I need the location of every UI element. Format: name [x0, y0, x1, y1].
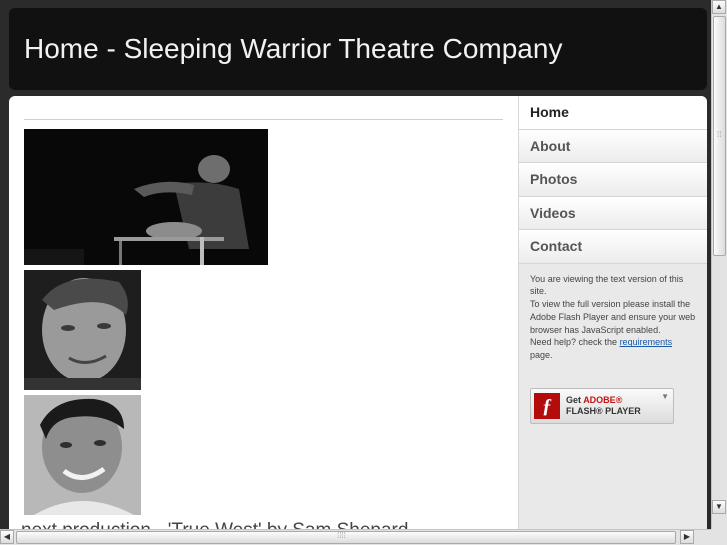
scroll-up-button[interactable]: ▲: [712, 0, 726, 14]
get-flash-player-button[interactable]: ƒ Get ADOBE® FLASH® PLAYER ▼: [530, 388, 674, 424]
scroll-down-button[interactable]: ▼: [712, 500, 726, 514]
divider: [24, 119, 503, 120]
production-caption: next production - 'True West' by Sam She…: [21, 520, 408, 529]
notice-line: To view the full version please install …: [530, 299, 696, 335]
requirements-link[interactable]: requirements: [620, 337, 673, 347]
nav-item-label: About: [530, 137, 571, 154]
scroll-right-button[interactable]: ▶: [680, 530, 694, 544]
grip-icon: ⁞⁞⁞⁞: [337, 531, 346, 540]
main-content: next production - 'True West' by Sam She…: [9, 96, 518, 529]
nav-item-contact[interactable]: Contact: [519, 230, 707, 264]
flash-icon: ƒ: [534, 393, 560, 419]
download-arrow-icon: ▼: [661, 392, 669, 401]
nav-item-photos[interactable]: Photos: [519, 163, 707, 197]
flash-notice: You are viewing the text version of this…: [519, 264, 707, 363]
nav-item-label: Photos: [530, 171, 578, 188]
notice-line: Need help? check the requirements page.: [530, 336, 696, 362]
notice-text: page.: [530, 350, 553, 361]
nav-item-home[interactable]: Home: [519, 96, 707, 130]
nav-item-label: Contact: [530, 238, 583, 255]
scroll-left-button[interactable]: ◀: [0, 530, 14, 544]
nav-item-videos[interactable]: Videos: [519, 196, 707, 230]
content-panel: next production - 'True West' by Sam She…: [9, 96, 707, 529]
flash-button-text: Get ADOBE® FLASH® PLAYER: [566, 395, 641, 417]
horizontal-scrollbar[interactable]: ◀ ⁞⁞⁞⁞ ▶: [0, 529, 711, 545]
flash-get-label: Get: [566, 395, 582, 405]
flash-adobe-label: ADOBE®: [583, 395, 623, 405]
vertical-scroll-thumb[interactable]: ⁞⁞: [713, 16, 726, 256]
grip-icon: ⁞⁞: [717, 130, 722, 139]
scrollbar-corner: [711, 529, 727, 545]
flash-player-label: FLASH® PLAYER: [566, 406, 641, 416]
performance-photo: [24, 129, 268, 265]
nav-item-about[interactable]: About: [519, 129, 707, 163]
sidebar: Home About Photos Videos Contact You are…: [518, 96, 707, 529]
nav-item-label: Home: [530, 104, 569, 121]
horizontal-scroll-thumb[interactable]: ⁞⁞⁞⁞: [16, 531, 676, 544]
actor-portrait: [24, 270, 141, 390]
actor-portrait: [24, 395, 141, 515]
notice-text: Need help? check the: [530, 337, 620, 348]
browser-viewport: Home - Sleeping Warrior Theatre Company: [0, 0, 711, 529]
site-header: Home - Sleeping Warrior Theatre Company: [9, 8, 707, 90]
page-title: Home - Sleeping Warrior Theatre Company: [24, 33, 563, 64]
nav-item-label: Videos: [530, 204, 576, 221]
notice-line: You are viewing the text version of this…: [530, 273, 684, 297]
vertical-scrollbar[interactable]: ▲ ⁞⁞ ▼: [711, 0, 727, 529]
